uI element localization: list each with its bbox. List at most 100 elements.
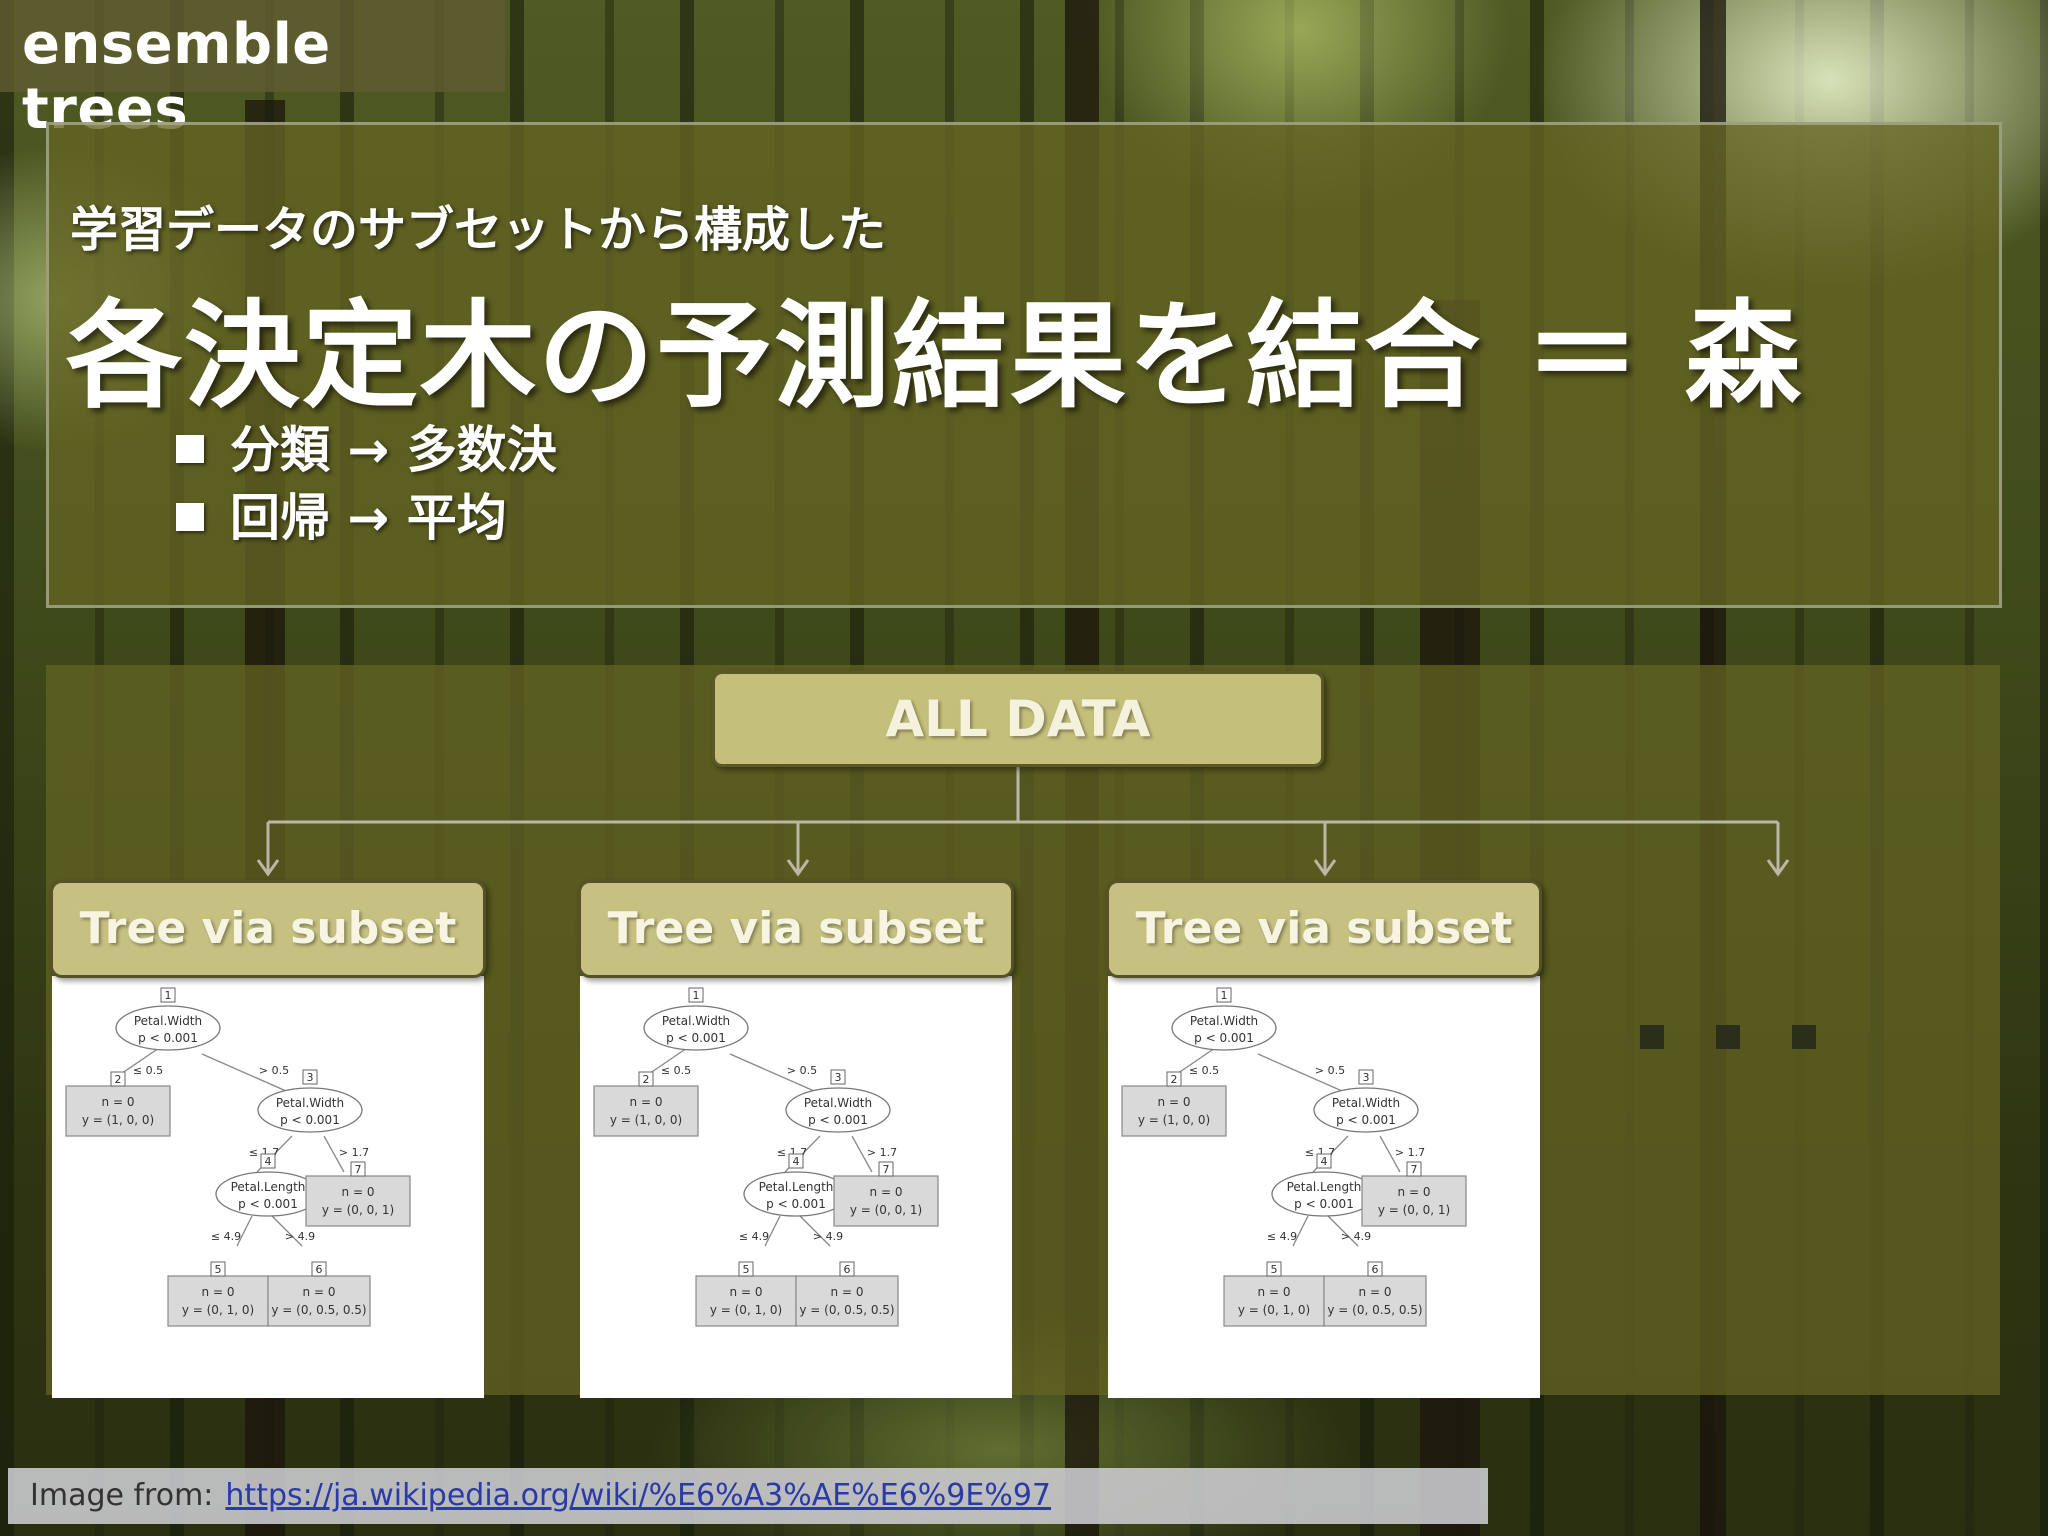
tree-image-area: ≤ 0.5 > 0.5 ≤ 1.7 > 1.7 ≤ 4.9 > 4.9 Petal.Widt… bbox=[1108, 976, 1540, 1398]
leaf-node bbox=[695, 1275, 797, 1327]
node-id: 6 bbox=[1372, 1263, 1379, 1276]
more-trees-indicator bbox=[1640, 1025, 1868, 1053]
node-p-value: p < 0.001 bbox=[1194, 1031, 1254, 1045]
leaf-n: n = 0 bbox=[1258, 1285, 1291, 1299]
edge-label: > 1.7 bbox=[339, 1146, 369, 1159]
leaf-y: y = (0, 1, 0) bbox=[710, 1303, 782, 1317]
leaf-node bbox=[795, 1275, 899, 1327]
node-id: 4 bbox=[1321, 1155, 1328, 1168]
leaf-n: n = 0 bbox=[202, 1285, 235, 1299]
node-id: 5 bbox=[215, 1263, 222, 1276]
edge-label: > 4.9 bbox=[285, 1230, 315, 1243]
leaf-node bbox=[1361, 1175, 1467, 1227]
image-credit: Image from: https://ja.wikipedia.org/wiki… bbox=[8, 1468, 1488, 1524]
leaf-node bbox=[267, 1275, 371, 1327]
node-p-value: p < 0.001 bbox=[766, 1197, 826, 1211]
leaf-y: y = (0, 0.5, 0.5) bbox=[799, 1303, 894, 1317]
decision-tree-diagram: ≤ 0.5 > 0.5≤ 1.7 > 1.7≤ 4.9 > 4.9Petal.Widt… bbox=[65, 987, 411, 1327]
leaf-n: n = 0 bbox=[102, 1095, 135, 1109]
node-id: 5 bbox=[743, 1263, 750, 1276]
leaf-y: y = (0, 0.5, 0.5) bbox=[1327, 1303, 1422, 1317]
node-id: 2 bbox=[643, 1073, 650, 1086]
node-id: 1 bbox=[1221, 989, 1228, 1002]
leaf-node bbox=[305, 1175, 411, 1227]
leaf-node bbox=[833, 1175, 939, 1227]
tree-via-subset-header: Tree via subset bbox=[50, 880, 486, 978]
leaf-y: y = (0, 0, 1) bbox=[322, 1203, 394, 1217]
node-p-value: p < 0.001 bbox=[666, 1031, 726, 1045]
node-variable: Petal.Width bbox=[1190, 1014, 1258, 1028]
leaf-y: y = (0, 0, 1) bbox=[1378, 1203, 1450, 1217]
node-id: 2 bbox=[115, 1073, 122, 1086]
node-id: 1 bbox=[165, 989, 172, 1002]
node-id: 2 bbox=[1171, 1073, 1178, 1086]
edge-label: > 4.9 bbox=[813, 1230, 843, 1243]
leaf-y: y = (0, 1, 0) bbox=[182, 1303, 254, 1317]
node-p-value: p < 0.001 bbox=[238, 1197, 298, 1211]
node-id: 1 bbox=[693, 989, 700, 1002]
leaf-n: n = 0 bbox=[1158, 1095, 1191, 1109]
edge-label: ≤ 0.5 bbox=[133, 1064, 163, 1077]
credit-link[interactable]: https://ja.wikipedia.org/wiki/%E6%A3%AE%… bbox=[225, 1478, 1051, 1513]
node-p-value: p < 0.001 bbox=[1294, 1197, 1354, 1211]
leaf-node bbox=[167, 1275, 269, 1327]
leaf-n: n = 0 bbox=[870, 1185, 903, 1199]
node-id: 7 bbox=[883, 1163, 890, 1176]
edge-label: ≤ 4.9 bbox=[739, 1230, 769, 1243]
tree-via-subset-header: Tree via subset bbox=[578, 880, 1014, 978]
leaf-n: n = 0 bbox=[342, 1185, 375, 1199]
tree-via-subset-header: Tree via subset bbox=[1106, 880, 1542, 978]
node-variable: Petal.Length bbox=[231, 1180, 306, 1194]
node-id: 7 bbox=[1411, 1163, 1418, 1176]
all-data-node: ALL DATA bbox=[712, 671, 1324, 767]
tree-card-3: Tree via subset ≤ 0.5 > 0.5 ≤ 1.7 > 1.7 ≤ 4.9… bbox=[1106, 880, 1542, 1398]
node-id: 3 bbox=[835, 1071, 842, 1084]
node-id: 6 bbox=[844, 1263, 851, 1276]
node-variable: Petal.Width bbox=[276, 1096, 344, 1110]
edge-label: > 0.5 bbox=[259, 1064, 289, 1077]
node-id: 3 bbox=[1363, 1071, 1370, 1084]
node-p-value: p < 0.001 bbox=[1336, 1113, 1396, 1127]
edge-label: ≤ 4.9 bbox=[1267, 1230, 1297, 1243]
node-variable: Petal.Length bbox=[1287, 1180, 1362, 1194]
edge-label: > 4.9 bbox=[1341, 1230, 1371, 1243]
edge-label: > 1.7 bbox=[1395, 1146, 1425, 1159]
edge-label: > 0.5 bbox=[787, 1064, 817, 1077]
leaf-y: y = (0, 1, 0) bbox=[1238, 1303, 1310, 1317]
edge-label: > 0.5 bbox=[1315, 1064, 1345, 1077]
node-variable: Petal.Width bbox=[662, 1014, 730, 1028]
credit-prefix: Image from: bbox=[30, 1478, 214, 1513]
tree-image-area: ≤ 0.5 > 0.5 ≤ 1.7 > 1.7 ≤ 4.9 > 4.9 Petal.Widt… bbox=[580, 976, 1012, 1398]
node-id: 3 bbox=[307, 1071, 314, 1084]
leaf-y: y = (0, 0.5, 0.5) bbox=[271, 1303, 366, 1317]
leaf-y: y = (1, 0, 0) bbox=[1138, 1113, 1210, 1127]
leaf-y: y = (1, 0, 0) bbox=[610, 1113, 682, 1127]
leaf-node bbox=[1121, 1085, 1227, 1137]
leaf-n: n = 0 bbox=[1398, 1185, 1431, 1199]
node-p-value: p < 0.001 bbox=[138, 1031, 198, 1045]
dot-icon bbox=[1640, 1025, 1664, 1049]
edge-label: > 1.7 bbox=[867, 1146, 897, 1159]
leaf-node bbox=[1223, 1275, 1325, 1327]
edge-label: ≤ 0.5 bbox=[661, 1064, 691, 1077]
edge-label: ≤ 4.9 bbox=[211, 1230, 241, 1243]
leaf-n: n = 0 bbox=[1359, 1285, 1392, 1299]
leaf-y: y = (0, 0, 1) bbox=[850, 1203, 922, 1217]
leaf-node bbox=[65, 1085, 171, 1137]
dot-icon bbox=[1716, 1025, 1740, 1049]
node-variable: Petal.Width bbox=[804, 1096, 872, 1110]
node-id: 6 bbox=[316, 1263, 323, 1276]
node-variable: Petal.Width bbox=[134, 1014, 202, 1028]
decision-tree-diagram: ≤ 0.5 > 0.5≤ 1.7 > 1.7≤ 4.9 > 4.9Petal.Widt… bbox=[593, 987, 939, 1327]
node-id: 4 bbox=[793, 1155, 800, 1168]
node-id: 7 bbox=[355, 1163, 362, 1176]
tree-card-2: Tree via subset ≤ 0.5 > 0.5 ≤ 1.7 > 1.7 ≤ 4.9… bbox=[578, 880, 1014, 1398]
leaf-n: n = 0 bbox=[303, 1285, 336, 1299]
tree-image-area: ≤ 0.5 > 0.5 ≤ 1.7 > 1.7 ≤ 4.9 > 4.9 Petal.Widt… bbox=[52, 976, 484, 1398]
node-p-value: p < 0.001 bbox=[808, 1113, 868, 1127]
leaf-n: n = 0 bbox=[831, 1285, 864, 1299]
leaf-y: y = (1, 0, 0) bbox=[82, 1113, 154, 1127]
node-variable: Petal.Length bbox=[759, 1180, 834, 1194]
decision-tree-diagram: ≤ 0.5 > 0.5≤ 1.7 > 1.7≤ 4.9 > 4.9Petal.Widt… bbox=[1121, 987, 1467, 1327]
edge-label: ≤ 0.5 bbox=[1189, 1064, 1219, 1077]
